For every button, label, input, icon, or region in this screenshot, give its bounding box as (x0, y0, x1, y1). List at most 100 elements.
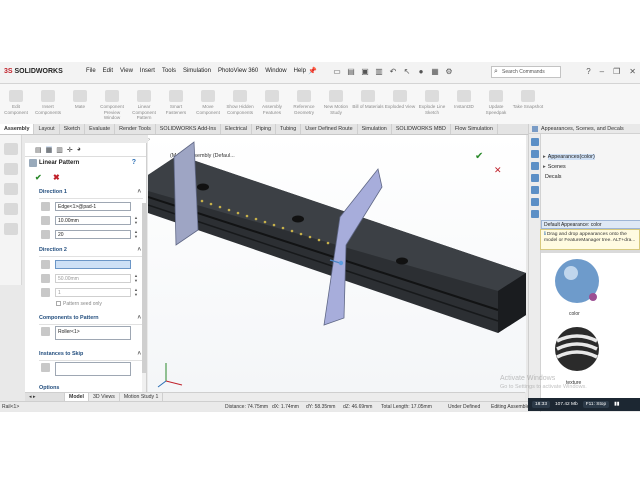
tab-addins[interactable]: SOLIDWORKS Add-Ins (156, 124, 222, 134)
mate-button[interactable]: Mate (64, 90, 96, 124)
pattern-direction-icon[interactable] (41, 202, 50, 211)
tab-user-defined-route[interactable]: User Defined Route (301, 124, 358, 134)
edit-component-button[interactable]: Edit Component (0, 90, 32, 124)
exploded-view-button[interactable]: Exploded View (384, 90, 416, 124)
file-explorer-tab-icon[interactable] (530, 174, 539, 182)
direction2-edge-field[interactable] (55, 260, 131, 269)
pattern-seed-only-checkbox[interactable]: Pattern seed only (56, 301, 102, 307)
tree-item-scenes[interactable]: ▸ Scenes (543, 164, 566, 170)
config-icon[interactable]: ▥ (56, 146, 63, 154)
tab-simulation[interactable]: Simulation (358, 124, 392, 134)
property-manager-tab-icon[interactable] (3, 163, 18, 175)
direction2-spacing-field[interactable]: 50.00mm (55, 274, 131, 283)
tab-evaluate[interactable]: Evaluate (85, 124, 116, 134)
pin-icon[interactable]: 📌 (308, 67, 317, 75)
rebuild-icon[interactable]: ● (416, 67, 426, 77)
reference-geometry-button[interactable]: Reference Geometry (288, 90, 320, 124)
menu-window[interactable]: Window (265, 68, 286, 74)
list-item[interactable]: Roller<1> (58, 329, 80, 335)
pattern-direction2-icon[interactable] (41, 260, 50, 269)
tree-item-decals[interactable]: Decals (543, 174, 561, 180)
menu-help[interactable]: Help (294, 68, 306, 74)
rail-model[interactable] (148, 135, 526, 392)
tab-piping[interactable]: Piping (252, 124, 276, 134)
bottom-tab-nav-arrows[interactable]: ◂ ▸ (25, 393, 65, 401)
left-bracket-plate[interactable] (173, 141, 199, 246)
tab-mbd[interactable]: SOLIDWORKS MBD (392, 124, 451, 134)
tree-item-appearances[interactable]: ▸ Appearances(color) (543, 154, 595, 160)
close-icon[interactable]: ✕ (629, 67, 636, 76)
search-commands-input[interactable]: ⌕ Search Commands (491, 66, 561, 78)
move-component-button[interactable]: Move Component (192, 90, 224, 124)
update-speedpak-button[interactable]: Update Speedpak (480, 90, 512, 124)
tab-sketch[interactable]: Sketch (60, 124, 86, 134)
components-header[interactable]: Components to Pattern ˄ (39, 315, 143, 325)
file-properties-icon[interactable]: ▦ (430, 67, 440, 77)
graphics-area[interactable]: › (M Rail assembly (Defaul... ✔ ✕ (148, 135, 526, 392)
linear-pattern-button[interactable]: Linear Component Pattern (128, 90, 160, 124)
help-icon[interactable]: ? (132, 159, 136, 166)
undo-icon[interactable]: ↶ (388, 67, 398, 77)
menu-simulation[interactable]: Simulation (183, 68, 211, 74)
instances-to-skip-header[interactable]: Instances to Skip ˄ (39, 351, 143, 361)
scrollbar-thumb[interactable] (142, 203, 146, 373)
direction1-spacing-field[interactable]: 10.00mm (55, 216, 131, 225)
property-manager-icon[interactable]: ▦ (45, 146, 53, 154)
bill-of-materials-button[interactable]: Bill of Materials (352, 90, 384, 124)
dimxpert-icon[interactable]: ✛ (67, 146, 73, 154)
component-preview-button[interactable]: Component Preview Window (96, 90, 128, 124)
instances-to-skip-list[interactable] (55, 362, 131, 376)
save-icon[interactable]: ▣ (360, 67, 370, 77)
view-palette-tab-icon[interactable] (530, 186, 539, 194)
ok-button[interactable]: ✔ (35, 173, 42, 182)
appearances-tab-icon[interactable] (530, 198, 539, 206)
dimxpert-tab-icon[interactable] (3, 203, 18, 215)
options-icon[interactable]: ⚙ (444, 67, 454, 77)
open-icon[interactable]: ▤ (346, 67, 356, 77)
tab-3d-views[interactable]: 3D Views (89, 393, 120, 401)
direction2-header[interactable]: Direction 2 ˄ (39, 247, 143, 257)
insert-components-button[interactable]: Insert Components (32, 90, 64, 124)
custom-properties-tab-icon[interactable] (530, 210, 539, 218)
feature-manager-tab-icon[interactable] (3, 143, 18, 155)
tab-model[interactable]: Model (65, 393, 89, 401)
cancel-button[interactable]: ✖ (53, 173, 60, 182)
select-icon[interactable]: ↖ (402, 67, 412, 77)
restore-icon[interactable]: ❐ (613, 67, 620, 76)
direction1-edge-field[interactable]: Edge<1>@pad-1 (55, 202, 131, 211)
stop-recording-button[interactable]: F11: Stop (582, 401, 610, 408)
tab-motion-study[interactable]: Motion Study 1 (120, 393, 164, 401)
configuration-manager-tab-icon[interactable] (3, 183, 18, 195)
menu-edit[interactable]: Edit (103, 68, 113, 74)
show-hidden-button[interactable]: Show Hidden Components (224, 90, 256, 124)
assembly-features-button[interactable]: Assembly Features (256, 90, 288, 124)
tab-electrical[interactable]: Electrical (221, 124, 252, 134)
solidworks-logo[interactable]: 3S SOLIDWORKS (4, 68, 63, 75)
direction1-header[interactable]: Direction 1 ˄ (39, 189, 143, 199)
display-manager-tab-icon[interactable] (3, 223, 18, 235)
new-motion-study-button[interactable]: New Motion Study (320, 90, 352, 124)
appearance-icon[interactable]: ◕ (77, 146, 81, 153)
minimize-icon[interactable]: – (600, 67, 604, 76)
pause-icon[interactable]: ▮▮ (614, 402, 619, 407)
explode-line-sketch-button[interactable]: Explode Line Sketch (416, 90, 448, 124)
selected-roller[interactable] (338, 260, 344, 266)
design-library-tab-icon[interactable] (530, 162, 539, 170)
print-icon[interactable]: ▥ (374, 67, 384, 77)
spacing2-stepper[interactable]: ▲ ▼ (133, 273, 139, 283)
texture-swatch[interactable] (555, 327, 599, 371)
tab-tubing[interactable]: Tubing (276, 124, 302, 134)
instant3d-button[interactable]: Instant3D (448, 90, 480, 124)
tab-flow-simulation[interactable]: Flow Simulation (451, 124, 498, 134)
menu-insert[interactable]: Insert (140, 68, 155, 74)
tab-assembly[interactable]: Assembly (0, 124, 35, 134)
home-tab-icon[interactable] (530, 138, 539, 146)
instances-stepper[interactable]: ▲ ▼ (133, 229, 139, 239)
help-icon[interactable]: ? (586, 67, 590, 76)
spacing-stepper[interactable]: ▲ ▼ (133, 215, 139, 225)
smart-fasteners-button[interactable]: Smart Fasteners (160, 90, 192, 124)
feature-tree-icon[interactable]: ▤ (35, 146, 42, 154)
pm-scrollbar[interactable] (142, 203, 146, 393)
menu-file[interactable]: File (86, 68, 96, 74)
new-document-icon[interactable]: ▭ (332, 67, 342, 77)
